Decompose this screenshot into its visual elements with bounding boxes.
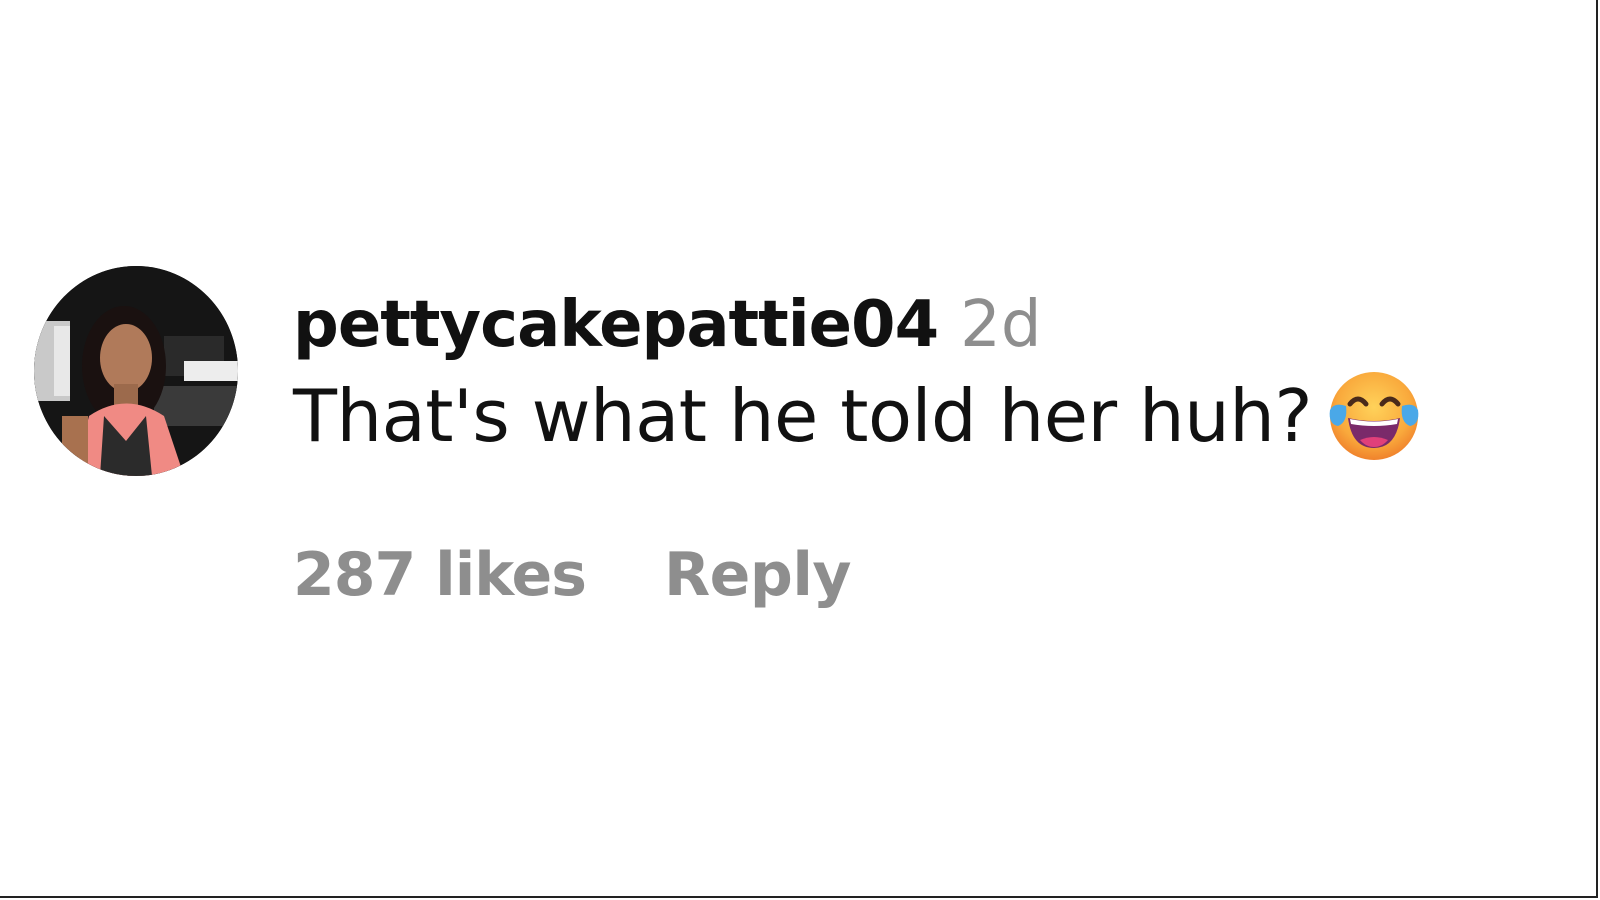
avatar-photo <box>34 266 238 476</box>
comment: pettycakepattie04 2d That's what he told… <box>34 266 1424 610</box>
comment-actions: 287 likes Reply <box>293 540 1424 610</box>
comment-text: That's what he told her huh? <box>293 374 1313 458</box>
likes-count[interactable]: 287 likes <box>293 540 587 610</box>
face-with-tears-of-joy-icon <box>1324 366 1424 466</box>
reply-button[interactable]: Reply <box>664 540 852 610</box>
username-link[interactable]: pettycakepattie04 <box>293 288 939 362</box>
comment-text-line: That's what he told her huh? <box>293 366 1424 466</box>
timestamp[interactable]: 2d <box>960 288 1041 362</box>
comment-body: pettycakepattie04 2d That's what he told… <box>293 288 1424 610</box>
avatar[interactable] <box>34 266 238 476</box>
comment-header: pettycakepattie04 2d <box>293 288 1424 362</box>
